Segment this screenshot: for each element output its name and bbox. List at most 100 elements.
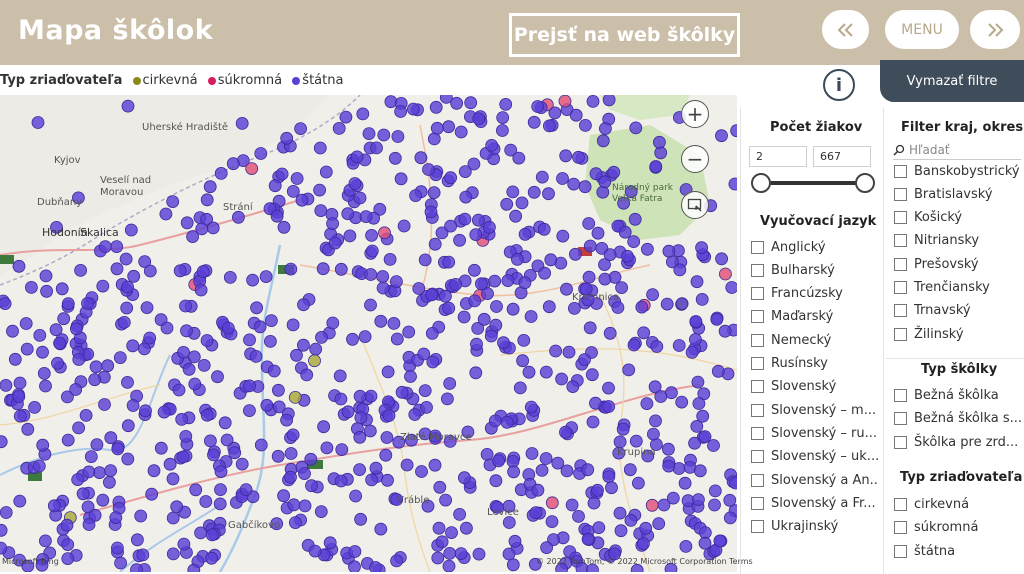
school-marker[interactable]: [586, 95, 600, 108]
school-marker[interactable]: [309, 342, 323, 356]
school-marker[interactable]: [354, 512, 368, 526]
school-marker[interactable]: [458, 165, 472, 178]
region-checkbox[interactable]: [894, 187, 907, 201]
school-marker[interactable]: [295, 193, 309, 207]
school-marker[interactable]: [296, 338, 310, 352]
school-marker[interactable]: [139, 404, 152, 418]
school-marker[interactable]: [488, 414, 502, 428]
school-marker[interactable]: [245, 162, 259, 175]
school-marker[interactable]: [502, 547, 516, 561]
school-marker[interactable]: [93, 466, 106, 480]
school-marker[interactable]: [624, 513, 638, 527]
school-marker[interactable]: [114, 556, 127, 570]
school-marker[interactable]: [691, 375, 705, 389]
school-marker[interactable]: [172, 383, 186, 397]
school-marker[interactable]: [506, 302, 520, 316]
language-checkbox[interactable]: [751, 310, 764, 324]
region-option[interactable]: Bratislavský: [894, 185, 1024, 203]
school-marker[interactable]: [698, 526, 712, 540]
school-marker[interactable]: [639, 521, 653, 535]
school-marker[interactable]: [130, 563, 143, 572]
school-marker[interactable]: [629, 121, 643, 135]
school-marker[interactable]: [719, 267, 732, 281]
school-marker[interactable]: [646, 288, 659, 302]
school-marker[interactable]: [623, 463, 637, 477]
students-slider-track[interactable]: [760, 181, 865, 185]
school-marker[interactable]: [649, 160, 663, 173]
school-marker[interactable]: [665, 386, 678, 400]
language-option[interactable]: Francúzsky: [751, 285, 879, 303]
school-marker[interactable]: [641, 242, 654, 256]
school-marker[interactable]: [51, 356, 64, 370]
school-marker[interactable]: [147, 464, 161, 478]
school-marker[interactable]: [109, 511, 123, 525]
language-option[interactable]: Slovenský: [751, 378, 879, 396]
school-marker[interactable]: [499, 97, 513, 111]
school-marker[interactable]: [654, 146, 668, 160]
school-marker[interactable]: [471, 213, 485, 227]
school-marker[interactable]: [290, 348, 303, 362]
school-marker[interactable]: [196, 265, 210, 278]
language-option[interactable]: Slovenský a An...: [751, 471, 879, 489]
school-marker[interactable]: [500, 197, 514, 211]
language-option[interactable]: Slovenský a Fr...: [751, 494, 879, 512]
school-marker[interactable]: [326, 217, 340, 231]
school-marker[interactable]: [679, 539, 693, 553]
school-marker[interactable]: [119, 252, 133, 266]
school-marker[interactable]: [443, 377, 457, 390]
students-min-input[interactable]: 2: [749, 146, 807, 167]
school-marker[interactable]: [320, 441, 334, 455]
school-marker[interactable]: [98, 240, 112, 254]
school-marker[interactable]: [280, 413, 294, 427]
school-marker[interactable]: [249, 349, 263, 363]
school-marker[interactable]: [490, 300, 503, 313]
school-marker[interactable]: [418, 384, 432, 398]
school-marker[interactable]: [159, 207, 173, 221]
school-marker[interactable]: [20, 342, 34, 356]
school-marker[interactable]: [364, 268, 378, 281]
school-marker[interactable]: [685, 345, 699, 359]
school-marker[interactable]: [254, 438, 268, 452]
founder-type-option[interactable]: štátna: [894, 542, 1024, 560]
school-marker[interactable]: [581, 532, 595, 546]
school-marker[interactable]: [250, 301, 264, 315]
school-marker[interactable]: [82, 465, 96, 479]
school-marker[interactable]: [545, 515, 559, 529]
school-marker[interactable]: [596, 134, 610, 148]
school-marker[interactable]: [194, 283, 208, 297]
school-marker[interactable]: [548, 106, 562, 120]
founder-type-option[interactable]: súkromná: [894, 519, 1024, 537]
school-marker[interactable]: [319, 165, 333, 179]
school-marker[interactable]: [243, 333, 256, 347]
school-marker[interactable]: [549, 344, 562, 358]
school-marker[interactable]: [326, 316, 340, 330]
school-marker[interactable]: [328, 236, 342, 250]
school-marker[interactable]: [412, 282, 426, 295]
language-checkbox[interactable]: [751, 473, 764, 487]
school-marker[interactable]: [581, 463, 595, 477]
school-marker[interactable]: [163, 457, 177, 471]
school-marker[interactable]: [442, 255, 456, 269]
school-marker[interactable]: [6, 324, 19, 338]
school-marker[interactable]: [61, 538, 75, 552]
school-marker[interactable]: [517, 333, 531, 347]
school-marker[interactable]: [180, 216, 194, 230]
language-option[interactable]: Maďarský: [751, 308, 879, 326]
students-slider-max-handle[interactable]: [855, 173, 875, 193]
school-marker[interactable]: [511, 252, 524, 266]
school-marker[interactable]: [47, 499, 61, 513]
info-button[interactable]: i: [823, 69, 855, 101]
school-marker[interactable]: [627, 338, 641, 352]
school-marker[interactable]: [378, 226, 391, 240]
school-marker[interactable]: [13, 376, 27, 390]
school-marker[interactable]: [495, 124, 509, 137]
school-marker[interactable]: [650, 340, 664, 353]
school-marker[interactable]: [369, 561, 382, 573]
school-marker[interactable]: [711, 364, 725, 378]
school-marker[interactable]: [640, 397, 654, 411]
school-marker[interactable]: [290, 172, 304, 185]
school-marker[interactable]: [145, 487, 159, 501]
school-marker[interactable]: [286, 318, 300, 332]
school-marker[interactable]: [442, 120, 456, 134]
school-type-checkbox[interactable]: [894, 435, 907, 449]
